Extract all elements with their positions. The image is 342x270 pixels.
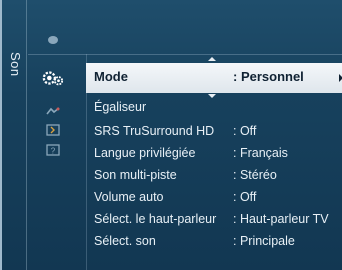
menu-item-label: Sélect. le haut-parleur <box>94 212 217 226</box>
menu-item-label: Volume auto <box>94 190 164 204</box>
menu-item-label: SRS TruSurround HD <box>94 124 215 138</box>
menu-item-value: : Haut-parleur TV <box>233 212 329 226</box>
header-divider <box>28 54 342 55</box>
sidebar-divider <box>26 0 27 270</box>
menu-category-title: Son <box>8 52 23 77</box>
menu-item-value: : Off <box>233 190 257 204</box>
picture-icon[interactable] <box>42 32 64 48</box>
menu-item-mode[interactable]: Mode : Personnel <box>94 63 342 84</box>
menu-item-volume-auto[interactable]: Volume auto : Off <box>94 188 342 208</box>
menu-item-label: Langue privilégiée <box>94 146 196 160</box>
menu-item-label: Sélect. son <box>94 234 156 248</box>
setup-icon[interactable] <box>42 103 64 119</box>
menu-item-label: Son multi-piste <box>94 168 177 182</box>
sound-gear-icon[interactable] <box>42 70 64 86</box>
menu-item-value: : Personnel <box>233 69 304 84</box>
input-icon[interactable] <box>42 122 64 138</box>
menu-item-value: : Off <box>233 124 257 138</box>
menu-item-haut-parleur[interactable]: Sélect. le haut-parleur : Haut-parleur T… <box>94 210 342 230</box>
help-icon[interactable]: ? <box>42 142 64 158</box>
category-icon-column: ? <box>28 0 80 270</box>
menu-item-langue[interactable]: Langue privilégiée : Français <box>94 144 342 164</box>
menu-item-egaliseur[interactable]: Égaliseur <box>94 98 342 118</box>
scroll-up-arrow-icon <box>208 57 216 61</box>
menu-item-value: : Principale <box>233 234 295 248</box>
osd-menu-frame: Son ? Mode: Personnel Égaliseur SRS Tru… <box>0 0 342 270</box>
menu-item-multi-piste[interactable]: Son multi-piste : Stéréo <box>94 166 342 186</box>
menu-item-label: Mode <box>94 69 128 84</box>
menu-item-srs-trusurround[interactable]: SRS TruSurround HD : Off <box>94 122 342 142</box>
menu-item-value: : Français <box>233 146 288 160</box>
svg-text:?: ? <box>51 147 56 156</box>
menu-item-label: Égaliseur <box>94 100 147 114</box>
menu-item-value: : Stéréo <box>233 168 277 182</box>
menu-item-select-son[interactable]: Sélect. son : Principale <box>94 232 342 252</box>
